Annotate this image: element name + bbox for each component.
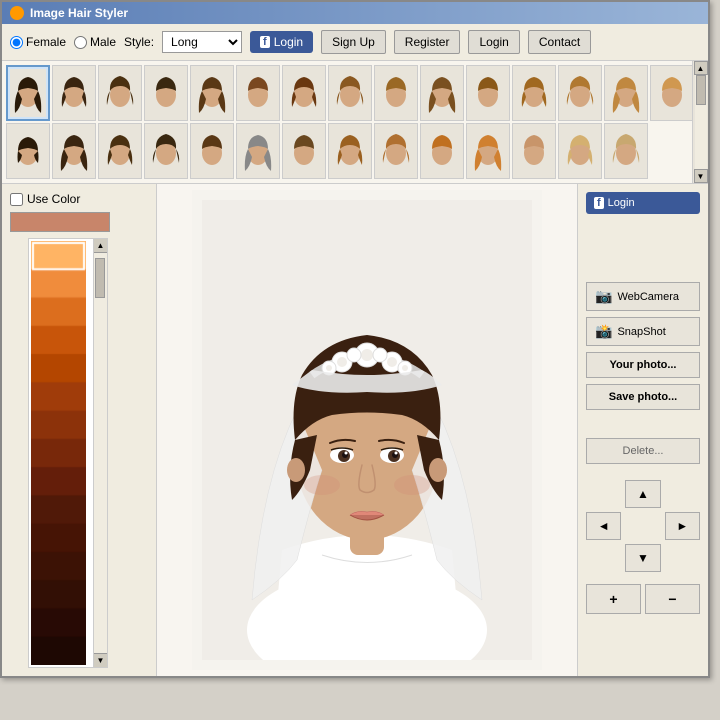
delete-section: Delete... bbox=[586, 438, 700, 464]
bride-photo bbox=[202, 200, 532, 660]
fb-login-button[interactable]: f Login bbox=[250, 31, 313, 53]
hair-thumb[interactable] bbox=[6, 65, 50, 121]
webcamera-icon: 📷 bbox=[595, 288, 612, 305]
use-color-label: Use Color bbox=[27, 192, 80, 206]
nav-center bbox=[625, 512, 660, 540]
window-title: Image Hair Styler bbox=[30, 6, 128, 20]
style-select[interactable]: Long Short Medium Curly bbox=[162, 31, 242, 53]
gender-male-radio[interactable] bbox=[74, 36, 87, 49]
style-label: Style: bbox=[124, 35, 154, 49]
right-fb-login-button[interactable]: f Login bbox=[586, 192, 700, 214]
hair-thumb[interactable] bbox=[52, 123, 96, 179]
main-window: Image Hair Styler Female Male Style: Lon… bbox=[0, 0, 710, 678]
hair-thumb[interactable] bbox=[98, 123, 142, 179]
hair-thumb[interactable] bbox=[190, 123, 234, 179]
contact-button[interactable]: Contact bbox=[528, 30, 591, 54]
hair-thumb[interactable] bbox=[512, 65, 556, 121]
palette-scroll-up[interactable]: ▲ bbox=[94, 239, 107, 253]
snapshot-button[interactable]: 📸 SnapShot bbox=[586, 317, 700, 346]
nav-up-button[interactable]: ▲ bbox=[625, 480, 660, 508]
hair-gallery-grid bbox=[6, 65, 704, 179]
photo-container bbox=[192, 190, 542, 670]
snapshot-icon: 📸 bbox=[595, 323, 612, 340]
main-area: Use Color ▲ ▼ bbox=[2, 184, 708, 676]
login-button[interactable]: Login bbox=[468, 30, 519, 54]
your-photo-button[interactable]: Your photo... bbox=[586, 352, 700, 378]
color-palette: ▲ ▼ bbox=[28, 238, 108, 668]
hair-thumb[interactable] bbox=[512, 123, 556, 179]
hair-thumb[interactable] bbox=[52, 65, 96, 121]
use-color-row: Use Color bbox=[10, 192, 148, 206]
palette-canvas[interactable] bbox=[31, 241, 86, 665]
zoom-in-button[interactable]: + bbox=[586, 584, 641, 614]
hair-thumb[interactable] bbox=[6, 123, 50, 179]
toolbar: Female Male Style: Long Short Medium Cur… bbox=[2, 24, 708, 61]
hair-thumb[interactable] bbox=[558, 65, 602, 121]
scroll-thumb[interactable] bbox=[696, 75, 706, 105]
hair-gallery: ▲ ▼ bbox=[2, 61, 708, 184]
gender-male-label[interactable]: Male bbox=[74, 35, 116, 49]
palette-scroll-down[interactable]: ▼ bbox=[94, 653, 107, 667]
facebook-icon: f bbox=[260, 36, 270, 48]
scroll-up-btn[interactable]: ▲ bbox=[694, 61, 708, 75]
use-color-checkbox[interactable] bbox=[10, 193, 23, 206]
zoom-row: + − bbox=[586, 584, 700, 614]
gallery-scrollbar[interactable]: ▲ ▼ bbox=[692, 61, 708, 183]
register-button[interactable]: Register bbox=[394, 30, 461, 54]
hair-thumb[interactable] bbox=[420, 123, 464, 179]
right-panel: f Login 📷 WebCamera 📸 SnapShot Your phot bbox=[578, 184, 708, 676]
hair-thumb[interactable] bbox=[466, 65, 510, 121]
fb-icon-right: f bbox=[594, 197, 604, 209]
hair-thumb[interactable] bbox=[604, 65, 648, 121]
palette-scroll-track bbox=[94, 253, 107, 653]
title-bar-icon bbox=[10, 6, 24, 20]
hair-thumb[interactable] bbox=[144, 65, 188, 121]
nav-left-button[interactable]: ◄ bbox=[586, 512, 621, 540]
hair-thumb[interactable] bbox=[558, 123, 602, 179]
hair-thumb[interactable] bbox=[282, 123, 326, 179]
hair-thumb[interactable] bbox=[374, 123, 418, 179]
title-bar: Image Hair Styler bbox=[2, 2, 708, 24]
palette-scrollbar[interactable]: ▲ ▼ bbox=[93, 239, 107, 667]
nav-right-button[interactable]: ► bbox=[665, 512, 700, 540]
gender-female-radio[interactable] bbox=[10, 36, 23, 49]
hair-thumb[interactable] bbox=[420, 65, 464, 121]
signup-button[interactable]: Sign Up bbox=[321, 30, 386, 54]
hair-thumb[interactable] bbox=[98, 65, 142, 121]
delete-button[interactable]: Delete... bbox=[586, 438, 700, 464]
gender-female-label[interactable]: Female bbox=[10, 35, 66, 49]
hair-thumb[interactable] bbox=[604, 123, 648, 179]
center-panel bbox=[157, 184, 578, 676]
nav-down-button[interactable]: ▼ bbox=[625, 544, 660, 572]
webcamera-button[interactable]: 📷 WebCamera bbox=[586, 282, 700, 311]
scroll-down-btn[interactable]: ▼ bbox=[694, 169, 708, 183]
color-swatch[interactable] bbox=[10, 212, 110, 232]
hair-thumb[interactable] bbox=[144, 123, 188, 179]
hair-thumb[interactable] bbox=[466, 123, 510, 179]
hair-thumb[interactable] bbox=[190, 65, 234, 121]
hair-thumb[interactable] bbox=[328, 123, 372, 179]
hair-thumb[interactable] bbox=[236, 123, 280, 179]
palette-scroll-thumb[interactable] bbox=[95, 258, 105, 298]
hair-thumb[interactable] bbox=[282, 65, 326, 121]
scroll-track bbox=[695, 75, 707, 169]
hair-thumb[interactable] bbox=[328, 65, 372, 121]
hair-thumb[interactable] bbox=[650, 65, 694, 121]
zoom-out-button[interactable]: − bbox=[645, 584, 700, 614]
left-panel: Use Color ▲ ▼ bbox=[2, 184, 157, 676]
action-buttons: 📷 WebCamera 📸 SnapShot Your photo... Sav… bbox=[586, 282, 700, 410]
hair-thumb[interactable] bbox=[374, 65, 418, 121]
save-photo-button[interactable]: Save photo... bbox=[586, 384, 700, 410]
navigation-grid: ▲ ◄ ► ▼ bbox=[586, 480, 700, 572]
hair-thumb[interactable] bbox=[236, 65, 280, 121]
